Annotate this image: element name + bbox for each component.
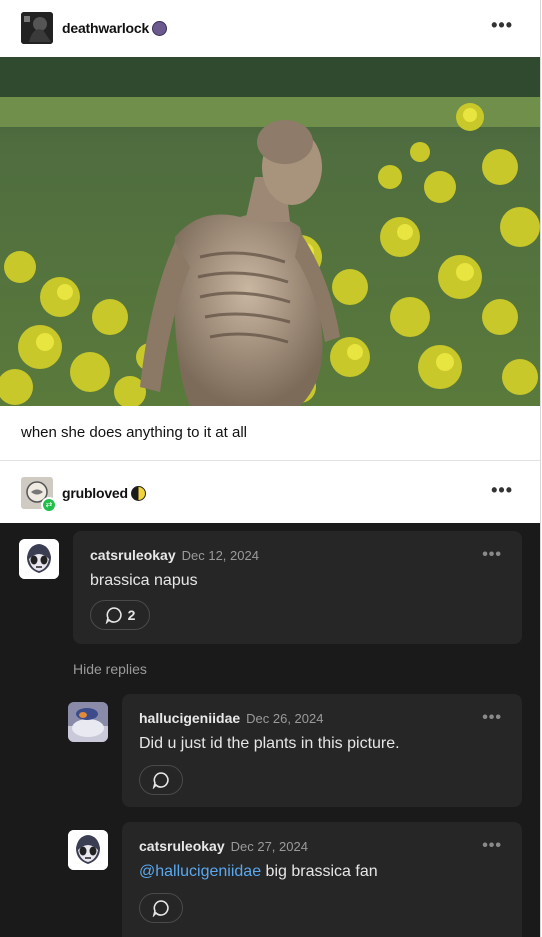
post-caption: when she does anything to it at all (21, 424, 247, 441)
reply-date: Dec 26, 2024 (246, 711, 324, 726)
reply-card: hallucigeniidae Dec 26, 2024 ••• Did u ju… (122, 694, 522, 807)
author-username[interactable]: deathwarlock (62, 20, 149, 36)
post-header: deathwarlock ••• (0, 0, 540, 56)
comment-icon (105, 607, 122, 624)
reply-date: Dec 12, 2024 (181, 548, 259, 563)
replies-count-button[interactable]: 2 (90, 600, 150, 630)
reply-text: Did u just id the plants in this picture… (139, 735, 400, 752)
reply-text: @hallucigeniidae big brassica fan (139, 863, 378, 881)
reply-author[interactable]: catsruleokay (139, 838, 225, 854)
divider (0, 460, 540, 461)
post-view: deathwarlock ••• when she does anything … (0, 0, 541, 937)
more-options-icon[interactable]: ••• (482, 547, 502, 563)
more-options-icon[interactable]: ••• (491, 16, 513, 34)
reply-card: catsruleokay Dec 27, 2024 ••• @hallucigen… (122, 822, 522, 937)
reblogger-username[interactable]: grubloved (62, 485, 128, 501)
user-badge-icon (152, 20, 168, 36)
reply-card: catsruleokay Dec 12, 2024 ••• brassica na… (73, 531, 522, 644)
reblogger-avatar[interactable]: ⇄ (21, 477, 57, 513)
reply-author[interactable]: catsruleokay (90, 547, 176, 563)
reply-avatar[interactable] (68, 702, 108, 742)
more-options-icon[interactable]: ••• (491, 481, 513, 499)
reply-button[interactable] (139, 765, 183, 795)
reblog-header: ⇄ grubloved ••• (0, 465, 540, 521)
mention-link[interactable]: @hallucigeniidae (139, 863, 261, 880)
reblog-icon: ⇄ (41, 497, 57, 513)
reply-avatar[interactable] (19, 539, 59, 579)
more-options-icon[interactable]: ••• (482, 710, 502, 726)
user-badge-icon (130, 485, 146, 501)
hide-replies-link[interactable]: Hide replies (73, 661, 147, 677)
comment-icon (152, 772, 169, 789)
reply-count: 2 (127, 607, 136, 623)
reply-date: Dec 27, 2024 (230, 839, 308, 854)
reply-text-body: big brassica fan (261, 863, 378, 880)
comment-icon (152, 900, 169, 917)
post-image (0, 57, 540, 406)
more-options-icon[interactable]: ••• (482, 838, 502, 854)
author-avatar[interactable] (21, 12, 53, 44)
reply-author[interactable]: hallucigeniidae (139, 710, 240, 726)
reply-button[interactable] (139, 893, 183, 923)
reply-text: brassica napus (90, 572, 198, 589)
reply-avatar[interactable] (68, 830, 108, 870)
